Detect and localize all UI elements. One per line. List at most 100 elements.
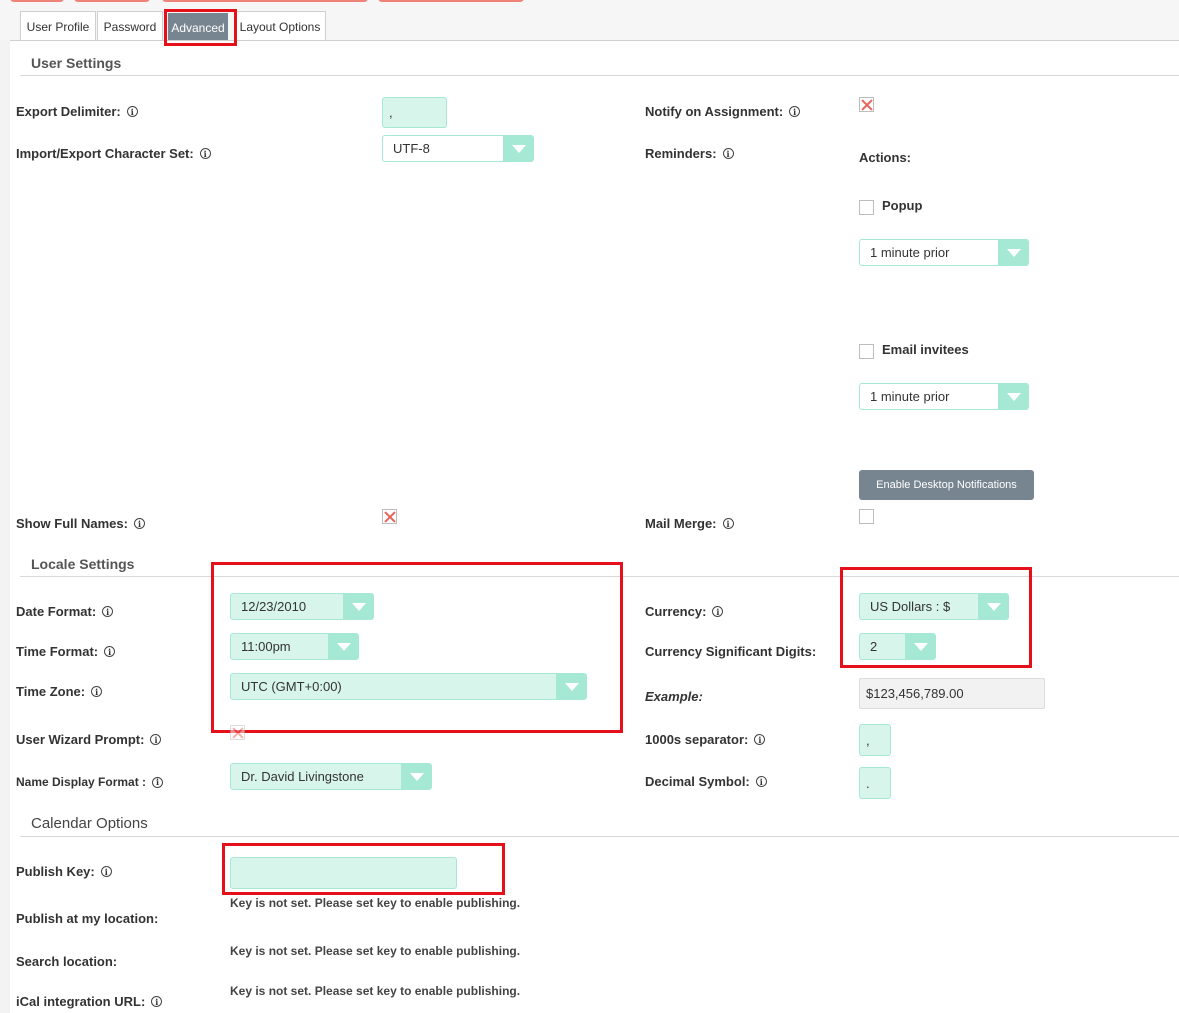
info-icon[interactable]: i — [152, 776, 164, 788]
calendar-options-divider — [20, 836, 1179, 837]
decimal-symbol-input[interactable]: . — [859, 767, 891, 799]
info-icon[interactable]: i — [91, 686, 103, 697]
info-icon[interactable]: i — [722, 148, 734, 159]
chevron-down-icon[interactable] — [978, 594, 1008, 619]
ical-url-label: iCal integration URL: i — [16, 994, 163, 1009]
export-delimiter-input[interactable]: , — [382, 97, 447, 128]
currency-digits-value: 2 — [870, 639, 878, 654]
locale-settings-title: Locale Settings — [31, 556, 135, 572]
currency-value: US Dollars : $ — [870, 599, 951, 614]
name-display-format-select[interactable]: Dr. David Livingstone — [230, 763, 432, 790]
show-full-names-label-text: Show Full Names: — [16, 516, 128, 531]
time-format-label: Time Format: i — [16, 644, 116, 659]
tab-layout-options[interactable]: Layout Options — [234, 11, 326, 41]
info-icon[interactable]: i — [199, 148, 211, 159]
publish-key-note: Key is not set. Please set key to enable… — [230, 896, 521, 910]
currency-label: Currency: i — [645, 604, 724, 619]
info-icon[interactable]: i — [789, 106, 801, 117]
search-location-label: Search location: — [16, 954, 118, 969]
tab-advanced[interactable]: Advanced — [168, 13, 228, 41]
chevron-down-icon[interactable] — [998, 384, 1028, 409]
thousands-separator-label: 1000s separator: i — [645, 732, 766, 747]
reminders-label-text: Reminders: — [645, 146, 717, 161]
info-icon[interactable]: i — [126, 106, 138, 117]
mail-merge-label: Mail Merge: i — [645, 516, 734, 531]
info-icon[interactable]: i — [755, 776, 767, 787]
info-icon[interactable]: i — [150, 734, 162, 745]
chevron-down-icon[interactable] — [401, 764, 431, 789]
email-invitees-label: Email invitees — [882, 342, 969, 357]
export-delimiter-label-text: Export Delimiter: — [16, 104, 121, 119]
search-location-note: Key is not set. Please set key to enable… — [230, 984, 521, 998]
chevron-down-icon[interactable] — [503, 136, 533, 161]
top-action-pill-3[interactable] — [162, 0, 368, 2]
date-format-label: Date Format: i — [16, 604, 114, 619]
publish-location-label: Publish at my location: — [16, 911, 159, 926]
top-action-pill-1[interactable] — [10, 0, 64, 2]
chevron-down-icon[interactable] — [905, 634, 935, 659]
time-zone-select[interactable]: UTC (GMT+0:00) — [230, 673, 587, 700]
chevron-down-icon[interactable] — [328, 634, 358, 659]
user-wizard-prompt-label: User Wizard Prompt: i — [16, 732, 162, 747]
ical-url-label-text: iCal integration URL: — [16, 994, 146, 1009]
charset-value: UTF-8 — [393, 141, 430, 156]
currency-label-text: Currency: — [645, 604, 707, 619]
locale-settings-divider — [20, 576, 1179, 577]
time-format-label-text: Time Format: — [16, 644, 99, 659]
date-format-select[interactable]: 12/23/2010 — [230, 593, 374, 620]
popup-time-select[interactable]: 1 minute prior — [859, 239, 1029, 266]
info-icon[interactable]: i — [133, 518, 145, 529]
email-invitees-checkbox[interactable] — [859, 344, 874, 359]
calendar-options-title: Calendar Options — [31, 815, 148, 832]
publish-location-note: Key is not set. Please set key to enable… — [230, 944, 521, 958]
reminders-label: Reminders: i — [645, 146, 734, 161]
info-icon[interactable]: i — [754, 734, 766, 745]
tab-user-profile[interactable]: User Profile — [20, 11, 96, 41]
user-wizard-prompt-checkbox[interactable] — [230, 725, 245, 740]
enable-desktop-notifications-button[interactable]: Enable Desktop Notifications — [859, 470, 1034, 500]
charset-select[interactable]: UTF-8 — [382, 135, 534, 162]
top-action-pill-4[interactable] — [378, 0, 524, 2]
currency-select[interactable]: US Dollars : $ — [859, 593, 1009, 620]
currency-digits-label: Currency Significant Digits: — [645, 644, 816, 659]
time-zone-value: UTC (GMT+0:00) — [241, 679, 342, 694]
time-zone-label-text: Time Zone: — [16, 684, 86, 699]
info-icon[interactable]: i — [100, 866, 112, 877]
info-icon[interactable]: i — [712, 606, 724, 617]
publish-key-input[interactable] — [230, 857, 457, 889]
popup-time-value: 1 minute prior — [870, 245, 950, 260]
time-zone-label: Time Zone: i — [16, 684, 103, 699]
publish-key-label-text: Publish Key: — [16, 864, 95, 879]
chevron-down-icon[interactable] — [556, 674, 586, 699]
decimal-symbol-label: Decimal Symbol: i — [645, 774, 767, 789]
info-icon[interactable]: i — [104, 646, 116, 657]
example-value: $123,456,789.00 — [859, 678, 1045, 709]
email-time-select[interactable]: 1 minute prior — [859, 383, 1029, 410]
charset-label: Import/Export Character Set: i — [16, 146, 211, 161]
page-gutter — [0, 0, 10, 1013]
currency-digits-select[interactable]: 2 — [859, 633, 936, 660]
thousands-separator-label-text: 1000s separator: — [645, 732, 749, 747]
thousands-separator-input[interactable]: , — [859, 724, 891, 756]
top-action-pill-2[interactable] — [74, 0, 150, 2]
time-format-select[interactable]: 11:00pm — [230, 633, 359, 660]
user-settings-title: User Settings — [31, 55, 122, 71]
info-icon[interactable]: i — [151, 996, 163, 1007]
notify-assignment-checkbox[interactable] — [859, 97, 874, 112]
notify-assignment-label: Notify on Assignment: i — [645, 104, 801, 119]
name-display-format-label: Name Display Format : i — [16, 775, 164, 789]
name-display-format-label-text: Name Display Format : — [16, 775, 147, 789]
chevron-down-icon[interactable] — [343, 594, 373, 619]
export-delimiter-label: Export Delimiter: i — [16, 104, 138, 119]
user-settings-divider — [20, 75, 1179, 76]
show-full-names-checkbox[interactable] — [382, 509, 397, 524]
chevron-down-icon[interactable] — [998, 240, 1028, 265]
currency-digits-label-text: Currency Significant Digits: — [645, 644, 817, 659]
charset-label-text: Import/Export Character Set: — [16, 146, 194, 161]
mail-merge-checkbox[interactable] — [859, 509, 874, 524]
info-icon[interactable]: i — [102, 606, 114, 617]
popup-checkbox[interactable] — [859, 200, 874, 215]
date-format-label-text: Date Format: — [16, 604, 97, 619]
tab-password[interactable]: Password — [97, 11, 163, 41]
info-icon[interactable]: i — [722, 518, 734, 529]
